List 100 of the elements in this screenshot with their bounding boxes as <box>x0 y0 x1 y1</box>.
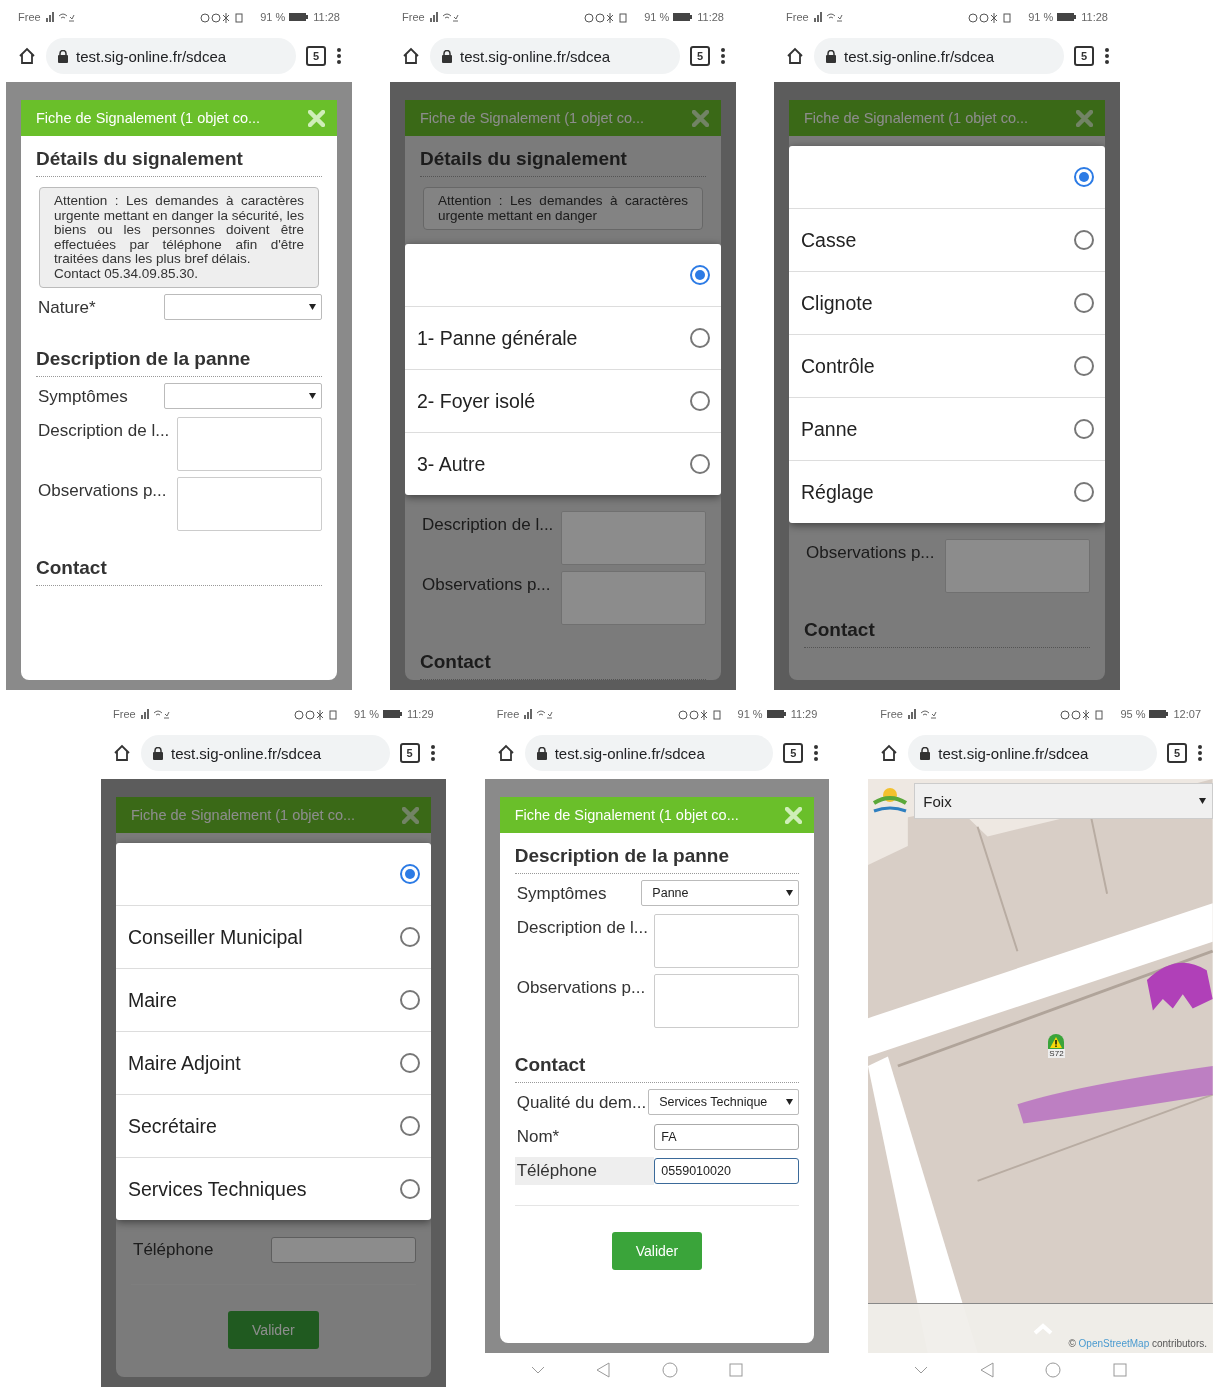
option-item[interactable]: Services Techniques <box>116 1157 431 1220</box>
radio-button[interactable] <box>690 391 710 411</box>
tab-count[interactable]: 5 <box>783 743 804 763</box>
battery-text: 95 % <box>1120 708 1146 720</box>
address-bar[interactable]: test.sig-online.fr/sdcea <box>814 38 1064 74</box>
address-bar[interactable]: test.sig-online.fr/sdcea <box>908 735 1157 771</box>
field-label: Nom* <box>515 1126 561 1148</box>
home-icon[interactable] <box>496 744 515 762</box>
clock-text: 11:28 <box>313 11 340 23</box>
radio-button[interactable] <box>399 1116 420 1136</box>
field-label: Description de l... <box>515 917 649 939</box>
option-item[interactable]: Casse <box>789 208 1105 271</box>
clock-text: 11:29 <box>406 708 434 720</box>
address-bar[interactable]: test.sig-online.fr/sdcea <box>430 38 680 74</box>
option-item[interactable]: Clignote <box>789 271 1105 334</box>
option-item[interactable]: 2- Foyer isolé <box>405 369 721 432</box>
home-icon[interactable] <box>402 47 420 65</box>
dialog-title-bar: Fiche de Signalement (1 objet co... <box>789 100 1105 136</box>
home-icon[interactable] <box>18 47 36 65</box>
home-icon[interactable] <box>880 744 899 762</box>
radio-button[interactable] <box>690 328 710 348</box>
radio-button[interactable] <box>690 454 710 474</box>
radio-button[interactable] <box>399 927 420 947</box>
carrier-text: Free <box>496 708 520 720</box>
option-item[interactable]: Conseiller Municipal <box>116 905 431 968</box>
carrier-text: Free <box>880 708 903 720</box>
more-icon[interactable] <box>1104 47 1110 65</box>
address-bar[interactable]: test.sig-online.fr/sdcea <box>524 735 774 771</box>
select-field[interactable]: Services Technique <box>648 1089 800 1115</box>
battery-text: 91 % <box>353 708 379 720</box>
option-item[interactable]: Secrétaire <box>116 1094 431 1157</box>
select-field[interactable] <box>164 294 322 320</box>
input-field[interactable] <box>270 1237 416 1263</box>
address-bar[interactable]: test.sig-online.fr/sdcea <box>46 38 296 74</box>
radio-button[interactable] <box>399 1053 420 1073</box>
radio-button[interactable] <box>399 864 420 884</box>
radio-button[interactable] <box>399 990 420 1010</box>
signal-icon <box>44 12 75 22</box>
radio-button[interactable] <box>1074 419 1094 439</box>
radio-button[interactable] <box>1074 230 1094 250</box>
radio-button[interactable] <box>399 1179 420 1199</box>
option-item[interactable]: 3- Autre <box>405 432 721 495</box>
tab-count[interactable]: 5 <box>399 743 420 763</box>
more-icon[interactable] <box>429 744 436 762</box>
section-heading: Contact <box>514 1054 800 1083</box>
select-field[interactable]: Panne <box>641 880 800 906</box>
field-label: Symptômes <box>37 386 129 408</box>
battery-icon <box>766 709 787 719</box>
more-icon[interactable] <box>1197 744 1203 762</box>
tab-count[interactable]: 5 <box>690 46 710 66</box>
signal-icon <box>906 709 937 719</box>
option-item[interactable]: Maire Adjoint <box>116 1031 431 1094</box>
dialog-title-bar: Fiche de Signalement (1 objet co... <box>405 100 721 136</box>
battery-icon <box>673 12 694 22</box>
field-label: Téléphone <box>514 1157 655 1185</box>
option-item[interactable]: Réglage <box>789 460 1105 523</box>
warning-marker-icon <box>1048 1034 1065 1049</box>
radio-button[interactable] <box>1074 356 1094 376</box>
dialog-title-bar: Fiche de Signalement (1 objet co... <box>116 797 431 833</box>
field-label: Observations p... <box>421 574 552 596</box>
battery-icon <box>382 709 403 719</box>
radio-button[interactable] <box>690 265 710 285</box>
radio-button[interactable] <box>1074 167 1094 187</box>
tab-count[interactable]: 5 <box>1167 743 1187 763</box>
option-item[interactable]: Maire <box>116 968 431 1031</box>
battery-text: 91 % <box>260 11 286 23</box>
radio-button[interactable] <box>1074 482 1094 502</box>
carrier-text: Free <box>786 11 809 23</box>
dialog-title-bar: Fiche de Signalement (1 objet co... <box>499 797 815 833</box>
place-select[interactable]: Foix <box>914 783 1213 819</box>
caret-icon <box>786 890 794 896</box>
input-field[interactable]: FA <box>654 1124 800 1150</box>
section-heading: Contact <box>36 557 322 586</box>
lock-icon <box>58 49 68 63</box>
input-field[interactable]: 0559010020 <box>654 1158 800 1184</box>
section-heading: Description de la panne <box>36 348 322 377</box>
lock-icon <box>536 746 547 760</box>
radio-button[interactable] <box>1074 293 1094 313</box>
more-icon[interactable] <box>720 47 726 65</box>
section-heading: Contact <box>804 619 1090 648</box>
field-label: Observations p... <box>37 480 168 502</box>
address-bar[interactable]: test.sig-online.fr/sdcea <box>141 735 390 771</box>
select-field[interactable] <box>164 383 322 409</box>
option-item[interactable]: Contrôle <box>789 334 1105 397</box>
chevron-down-icon <box>530 1366 545 1374</box>
carrier-text: Free <box>113 708 136 720</box>
option-item[interactable]: 1- Panne générale <box>405 306 721 369</box>
lock-icon <box>442 49 452 63</box>
home-icon[interactable] <box>113 744 131 762</box>
home-circle-icon <box>1045 1362 1062 1378</box>
battery-icon <box>289 12 310 22</box>
more-icon[interactable] <box>336 47 342 65</box>
notice-text: Contact 05.34.09.85.30. <box>54 266 200 281</box>
clock-text: 12:07 <box>1173 708 1201 720</box>
tab-count[interactable]: 5 <box>306 46 326 66</box>
option-item[interactable]: Panne <box>789 397 1105 460</box>
more-icon[interactable] <box>813 744 820 762</box>
field-label: Description de l... <box>421 514 555 536</box>
home-icon[interactable] <box>786 47 804 65</box>
tab-count[interactable]: 5 <box>1074 46 1094 66</box>
